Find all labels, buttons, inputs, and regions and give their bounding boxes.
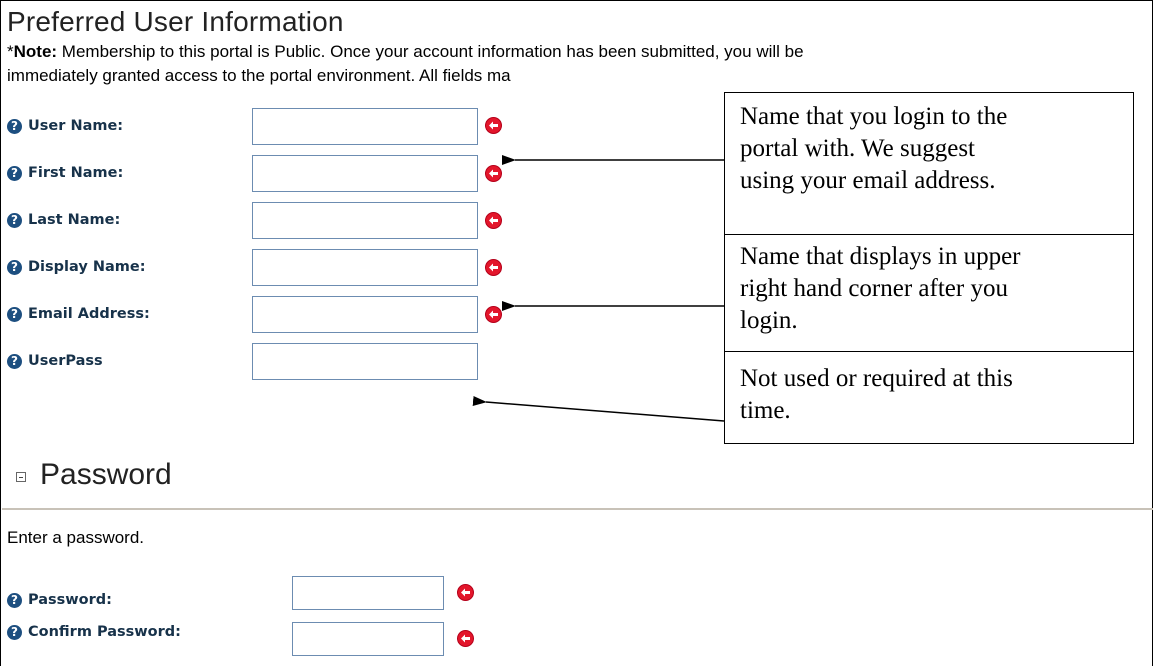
confirm-password-label: ? Confirm Password: xyxy=(7,624,181,640)
callout-line: login. xyxy=(740,307,798,334)
confirm-password-label-text: Confirm Password: xyxy=(28,624,181,640)
help-icon[interactable]: ? xyxy=(7,592,22,608)
password-label-text: Password: xyxy=(28,592,112,608)
required-arrow-icon xyxy=(457,630,474,647)
callout-display-name: Name that displays in upper right hand c… xyxy=(724,234,1134,352)
callout-user-name: Name that you login to the portal with. … xyxy=(724,92,1134,235)
callout-line: time. xyxy=(740,397,791,424)
help-icon[interactable]: ? xyxy=(7,624,22,640)
section-divider xyxy=(2,508,1153,510)
callout-line: portal with. We suggest xyxy=(740,135,975,162)
confirm-password-input[interactable] xyxy=(292,622,444,656)
callout-line: right hand corner after you xyxy=(740,275,1008,302)
callout-line: Not used or required at this xyxy=(740,365,1013,392)
password-label: ? Password: xyxy=(7,592,112,608)
password-section-title: Password xyxy=(40,458,172,491)
password-input[interactable] xyxy=(292,576,444,610)
callout-line: Name that displays in upper xyxy=(740,243,1021,270)
password-instruction: Enter a password. xyxy=(7,528,145,547)
collapse-icon[interactable] xyxy=(16,472,26,482)
callout-userpass: Not used or required at this time. xyxy=(724,351,1134,444)
callout-line: Name that you login to the xyxy=(740,103,1008,130)
callout-arrow-userpass xyxy=(472,395,725,422)
callout-line: using your email address. xyxy=(740,167,996,194)
password-section-header[interactable]: Password xyxy=(16,458,172,492)
required-arrow-icon xyxy=(457,584,474,601)
